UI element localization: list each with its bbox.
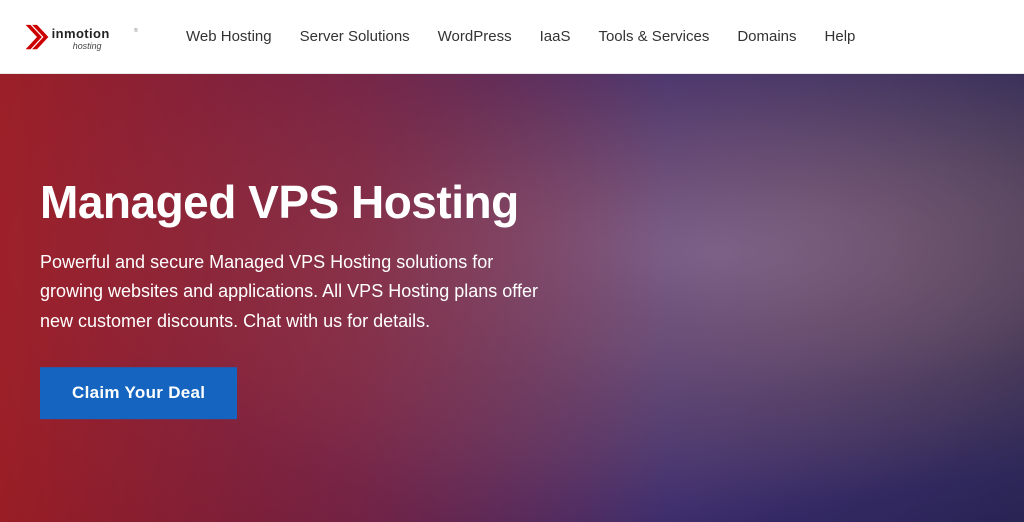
hero-content: Managed VPS Hosting Powerful and secure … bbox=[0, 177, 600, 419]
nav-item-domains[interactable]: Domains bbox=[737, 28, 796, 46]
nav-link-wordpress[interactable]: WordPress bbox=[438, 28, 512, 45]
navbar: inmotion hosting ® Web Hosting Server So… bbox=[0, 0, 1024, 74]
svg-text:inmotion: inmotion bbox=[52, 25, 110, 40]
claim-deal-button[interactable]: Claim Your Deal bbox=[40, 367, 237, 419]
nav-link-help[interactable]: Help bbox=[825, 28, 856, 45]
hero-description: Powerful and secure Managed VPS Hosting … bbox=[40, 248, 560, 337]
nav-link-iaas[interactable]: IaaS bbox=[540, 28, 571, 45]
hero-title: Managed VPS Hosting bbox=[40, 177, 560, 228]
nav-item-help[interactable]: Help bbox=[825, 28, 856, 46]
nav-item-tools-services[interactable]: Tools & Services bbox=[598, 28, 709, 46]
nav-item-server-solutions[interactable]: Server Solutions bbox=[300, 28, 410, 46]
nav-item-wordpress[interactable]: WordPress bbox=[438, 28, 512, 46]
logo[interactable]: inmotion hosting ® bbox=[24, 15, 154, 59]
nav-links: Web Hosting Server Solutions WordPress I… bbox=[186, 28, 855, 46]
nav-item-iaas[interactable]: IaaS bbox=[540, 28, 571, 46]
nav-link-server-solutions[interactable]: Server Solutions bbox=[300, 28, 410, 45]
nav-item-web-hosting[interactable]: Web Hosting bbox=[186, 28, 272, 46]
hero-section: Managed VPS Hosting Powerful and secure … bbox=[0, 74, 1024, 522]
svg-text:hosting: hosting bbox=[73, 41, 102, 51]
nav-link-web-hosting[interactable]: Web Hosting bbox=[186, 28, 272, 45]
inmotion-logo: inmotion hosting ® bbox=[24, 15, 154, 59]
nav-link-tools-services[interactable]: Tools & Services bbox=[598, 28, 709, 45]
svg-text:®: ® bbox=[134, 27, 139, 34]
nav-link-domains[interactable]: Domains bbox=[737, 28, 796, 45]
